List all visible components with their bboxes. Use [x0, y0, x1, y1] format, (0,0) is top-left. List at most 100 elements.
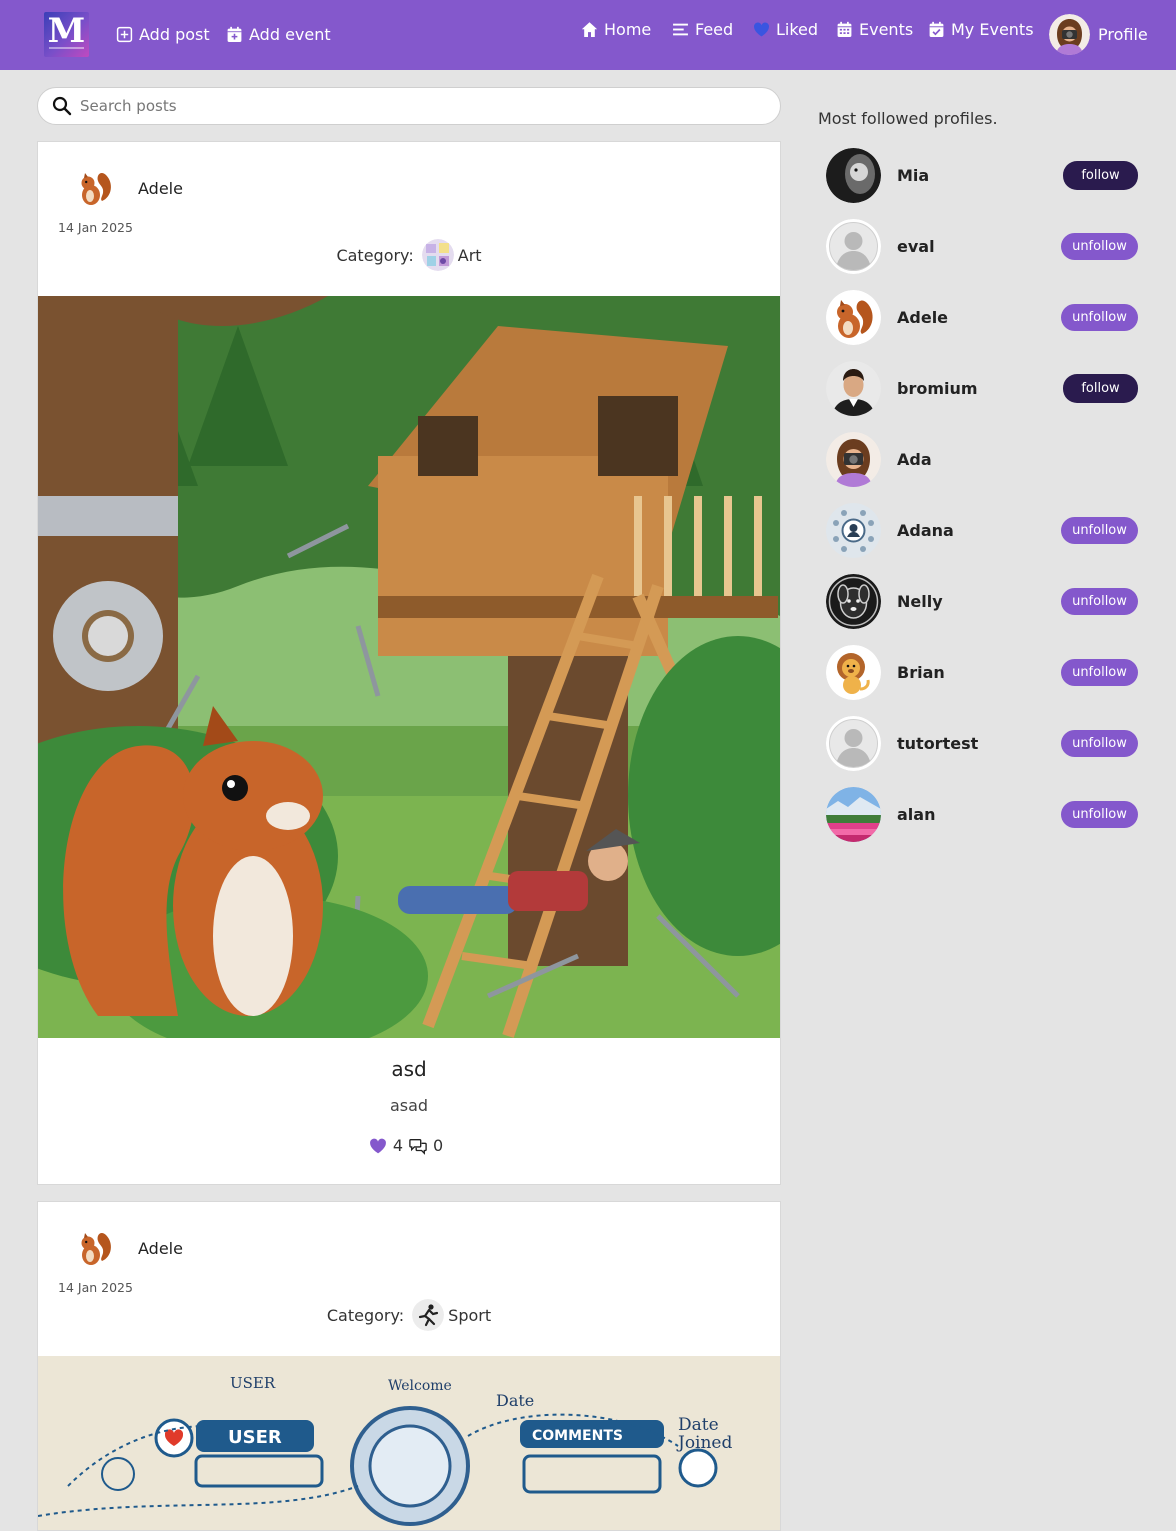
calendar-icon — [837, 21, 852, 37]
sport-runner-icon — [412, 1299, 445, 1331]
profile-avatar — [826, 360, 881, 416]
unfollow-button[interactable]: unfollow — [1061, 303, 1138, 331]
lion-avatar — [826, 644, 881, 700]
unfollow-button[interactable]: unfollow — [1061, 800, 1138, 828]
profile-row[interactable]: Mia follow — [826, 147, 1138, 203]
follow-button[interactable]: follow — [1063, 373, 1138, 403]
author-avatar — [72, 165, 118, 211]
profile-avatar — [826, 431, 881, 487]
squirrel-avatar — [826, 289, 881, 345]
logo-tagline-mark — [49, 47, 84, 49]
profile-row[interactable]: bromium follow — [826, 360, 1138, 416]
profile-name[interactable]: Brian — [897, 663, 1061, 682]
home-icon — [581, 21, 598, 37]
post-card: Adele 14 Jan 2025 Category: Art asd asad… — [37, 141, 781, 1185]
unfollow-button[interactable]: unfollow — [1061, 587, 1138, 615]
heart-icon — [754, 22, 769, 36]
landscape-avatar — [826, 786, 881, 842]
svg-text:COMMENTS: COMMENTS — [532, 1428, 623, 1444]
profile-name[interactable]: Mia — [897, 166, 1063, 185]
nav-profile-label: Profile — [1098, 25, 1148, 44]
add-post-label: Add post — [139, 24, 210, 44]
follow-button[interactable]: follow — [1063, 160, 1138, 190]
profile-row[interactable]: Nelly unfollow — [826, 573, 1138, 629]
default-user-avatar-icon — [826, 715, 881, 771]
nav-my-events[interactable]: My Events — [928, 17, 1034, 41]
unfollow-button[interactable]: unfollow — [1061, 516, 1138, 544]
category-label: Category: — [326, 1305, 405, 1325]
nav-liked[interactable]: Liked — [753, 17, 818, 41]
like-heart-icon[interactable] — [369, 1137, 387, 1155]
profile-name[interactable]: alan — [897, 805, 1061, 824]
category-name[interactable]: Art — [458, 246, 482, 265]
post-author[interactable]: Adele — [72, 165, 183, 211]
comment-count: 0 — [433, 1136, 444, 1155]
unfollow-button[interactable]: unfollow — [1061, 658, 1138, 686]
art-category-icon — [421, 239, 454, 271]
category-name[interactable]: Sport — [448, 1306, 491, 1325]
nav-feed-label: Feed — [695, 19, 734, 39]
logo-letter: M — [47, 12, 86, 51]
profile-row[interactable]: Adana unfollow — [826, 502, 1138, 558]
calendar-check-icon — [929, 21, 944, 37]
post-card: Adele 14 Jan 2025 Category: Sport USER W… — [37, 1201, 781, 1531]
profile-name[interactable]: tutortest — [897, 734, 1061, 753]
add-post-link[interactable]: Add post — [116, 22, 210, 46]
search-input[interactable] — [80, 97, 730, 115]
profile-name[interactable]: Nelly — [897, 592, 1061, 611]
profile-name[interactable]: Adana — [897, 521, 1061, 540]
svg-text:Date: Date — [496, 1391, 534, 1410]
svg-text:Joined: Joined — [676, 1433, 732, 1453]
profile-row[interactable]: alan unfollow — [826, 786, 1138, 842]
profile-avatar — [826, 502, 881, 558]
post-date: 14 Jan 2025 — [58, 220, 133, 235]
profile-row[interactable]: Ada — [826, 431, 1138, 487]
search-icon — [52, 96, 72, 116]
nav-events[interactable]: Events — [836, 17, 913, 41]
unfollow-button[interactable]: unfollow — [1061, 232, 1138, 260]
post-image-user-diagram[interactable]: USER Welcome Date Date Joined USER COMME… — [38, 1356, 780, 1531]
profile-avatar — [1049, 14, 1090, 55]
sidebar-title: Most followed profiles. — [818, 109, 998, 128]
profile-row[interactable]: Brian unfollow — [826, 644, 1138, 700]
profile-name[interactable]: Adele — [897, 308, 1061, 327]
post-body: asad — [389, 1096, 429, 1115]
profile-row[interactable]: tutortest unfollow — [826, 715, 1138, 771]
unfollow-button[interactable]: unfollow — [1061, 729, 1138, 757]
comments-icon[interactable] — [409, 1137, 427, 1155]
plus-square-icon — [116, 26, 133, 42]
nav-profile[interactable]: Profile — [1049, 14, 1148, 55]
post-image-treehouse-squirrel[interactable] — [38, 296, 780, 1038]
profile-row[interactable]: eval unfollow — [826, 218, 1138, 274]
profile-avatar — [826, 147, 881, 203]
category-label: Category: — [336, 245, 414, 265]
default-user-avatar-icon — [826, 218, 881, 274]
feed-lines-icon — [673, 23, 688, 35]
post-category: Category: Art — [38, 239, 780, 271]
svg-text:Welcome: Welcome — [388, 1378, 452, 1394]
like-count: 4 — [392, 1136, 403, 1155]
profile-name[interactable]: eval — [897, 237, 1061, 256]
nav-my-events-label: My Events — [951, 19, 1034, 39]
author-name: Adele — [138, 1238, 183, 1258]
profile-name[interactable]: bromium — [897, 379, 1063, 398]
svg-text:USER: USER — [228, 1427, 282, 1448]
nav-feed[interactable]: Feed — [672, 17, 733, 41]
author-name: Adele — [138, 178, 183, 198]
post-author[interactable]: Adele — [72, 1225, 183, 1271]
add-event-link[interactable]: Add event — [226, 22, 331, 46]
profile-name[interactable]: Ada — [897, 450, 1138, 469]
post-stats: 4 0 — [38, 1136, 780, 1155]
svg-text:USER: USER — [230, 1374, 276, 1392]
app-logo[interactable]: M — [44, 12, 89, 57]
svg-text:Date: Date — [678, 1415, 719, 1435]
profile-row[interactable]: Adele unfollow — [826, 289, 1138, 345]
calendar-plus-icon — [227, 26, 242, 42]
post-date: 14 Jan 2025 — [58, 1280, 133, 1295]
add-event-label: Add event — [249, 24, 331, 44]
nav-home[interactable]: Home — [581, 17, 651, 41]
search-bar[interactable] — [37, 87, 781, 125]
nav-events-label: Events — [859, 19, 914, 39]
profile-avatar — [826, 573, 881, 629]
post-title: asd — [391, 1057, 427, 1081]
